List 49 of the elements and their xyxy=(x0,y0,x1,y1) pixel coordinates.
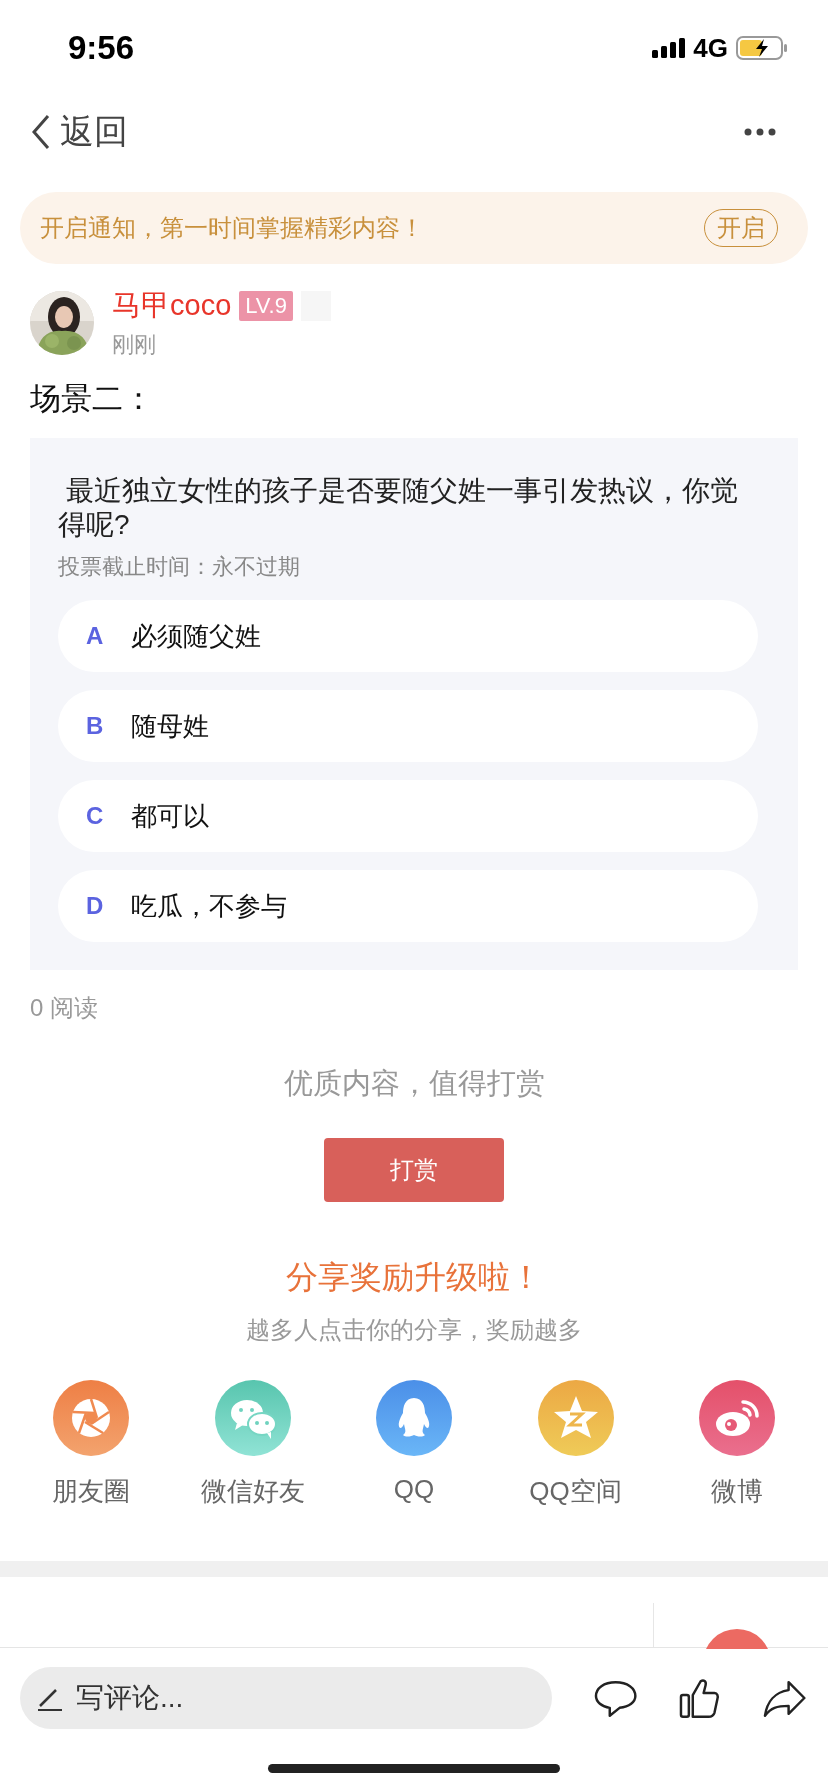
aperture-icon xyxy=(53,1380,129,1456)
option-text: 都可以 xyxy=(131,799,210,833)
share-target[interactable]: 朋友圈 xyxy=(11,1380,171,1509)
share-target[interactable]: QQ空间 xyxy=(495,1380,656,1509)
notice-text: 开启通知，第一时间掌握精彩内容！ xyxy=(40,213,424,243)
share-label: 朋友圈 xyxy=(52,1475,130,1508)
option-letter: B xyxy=(86,712,104,740)
reward-prompt: 优质内容，值得打赏 xyxy=(282,1066,546,1101)
battery-charging-icon xyxy=(736,36,788,60)
network-label: 4G xyxy=(693,32,728,64)
share-label: QQ xyxy=(393,1474,435,1505)
share-label: 微信好友 xyxy=(200,1475,305,1508)
share-label: QQ空间 xyxy=(529,1475,622,1508)
thumbs-up-icon[interactable] xyxy=(679,1677,721,1719)
comment-icon[interactable] xyxy=(594,1678,638,1718)
poll-question: 最近独立女性的孩子是否要随父姓一事引发热议，你觉得呢? xyxy=(58,474,739,542)
read-count: 0 阅读 xyxy=(30,993,99,1023)
signal-icon xyxy=(652,38,686,58)
poll-option[interactable]: D 吃瓜，不参与 xyxy=(58,870,758,942)
penguin-icon xyxy=(376,1380,452,1456)
level-badge: LV.9 xyxy=(239,291,293,321)
share-arrow-icon[interactable] xyxy=(762,1678,806,1718)
poll-deadline: 投票截止时间：永不过期 xyxy=(58,553,301,581)
share-title: 分享奖励升级啦！ xyxy=(285,1258,543,1297)
clock-time: 9:56 xyxy=(68,29,135,67)
share-target[interactable]: QQ xyxy=(334,1380,494,1509)
share-target[interactable]: 微信好友 xyxy=(172,1380,333,1509)
option-text: 吃瓜，不参与 xyxy=(131,889,288,923)
option-text: 随母姓 xyxy=(131,709,210,743)
chevron-left-icon xyxy=(30,114,52,150)
more-icon[interactable] xyxy=(744,128,776,136)
post-time: 刚刚 xyxy=(112,331,157,359)
poll-option[interactable]: B 随母姓 xyxy=(58,690,758,762)
chat-bubbles-icon xyxy=(214,1380,291,1456)
tip-button[interactable]: 打赏 xyxy=(324,1138,504,1202)
share-label: 微博 xyxy=(711,1475,763,1508)
poll-option[interactable]: C 都可以 xyxy=(58,780,758,852)
option-letter: C xyxy=(86,802,104,830)
option-letter: D xyxy=(86,892,104,920)
author-name[interactable]: 马甲coco xyxy=(112,286,232,326)
back-button[interactable]: 返回 xyxy=(30,109,128,155)
comment-field[interactable]: 写评论... xyxy=(20,1667,552,1729)
eye-swirl-icon xyxy=(699,1380,775,1456)
post-title: 场景二： xyxy=(30,380,155,418)
option-text: 必须随父姓 xyxy=(131,619,262,653)
share-subtitle: 越多人点击你的分享，奖励越多 xyxy=(245,1315,583,1345)
option-letter: A xyxy=(86,622,104,650)
share-target[interactable]: 微博 xyxy=(657,1380,817,1509)
poll-option[interactable]: A 必须随父姓 xyxy=(58,600,758,672)
